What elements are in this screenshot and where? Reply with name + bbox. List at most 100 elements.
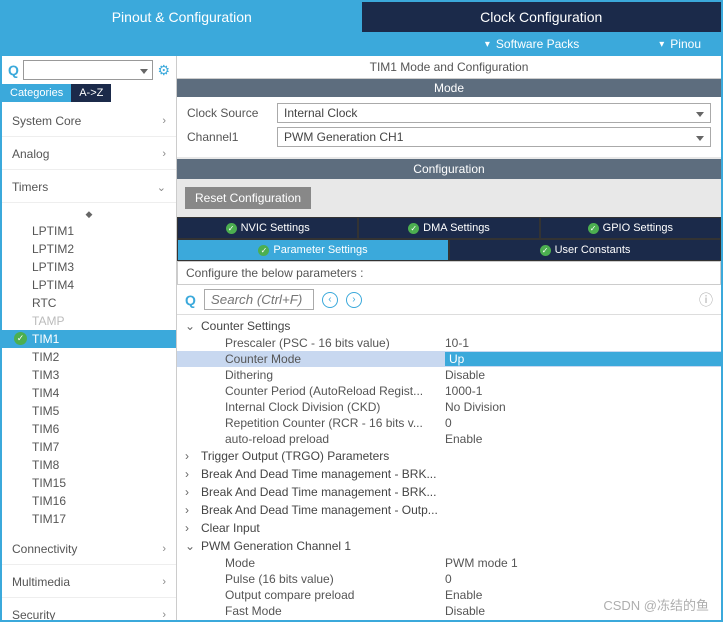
config-tabs-top: ✓NVIC Settings✓DMA Settings✓GPIO Setting… xyxy=(177,217,721,239)
param-group[interactable]: ›Clear Input xyxy=(177,519,721,537)
channel1-select[interactable]: PWM Generation CH1 xyxy=(277,127,711,147)
tab-categories[interactable]: Categories xyxy=(2,84,71,102)
watermark: CSDN @冻结的鱼 xyxy=(603,595,709,614)
config-tab-nvic-settings[interactable]: ✓NVIC Settings xyxy=(177,217,358,239)
param-row[interactable]: ModePWM mode 1 xyxy=(177,555,721,571)
chevron-down-icon: ▾ xyxy=(485,39,490,50)
check-icon: ✓ xyxy=(226,223,237,234)
chevron-icon: › xyxy=(162,148,166,160)
chevron-down-icon xyxy=(140,63,148,77)
tree-item-tim4[interactable]: TIM4 xyxy=(2,384,176,402)
configure-label: Configure the below parameters : xyxy=(177,261,721,285)
tree-item-rtc[interactable]: RTC xyxy=(2,294,176,312)
tree-item-tim15[interactable]: TIM15 xyxy=(2,474,176,492)
reset-configuration-button[interactable]: Reset Configuration xyxy=(185,187,311,209)
tree-item-tim5[interactable]: TIM5 xyxy=(2,402,176,420)
panel-title: TIM1 Mode and Configuration xyxy=(177,56,721,79)
tree-item-tamp[interactable]: TAMP xyxy=(2,312,176,330)
software-packs-menu[interactable]: ▾Software Packs xyxy=(485,32,579,56)
check-icon: ✓ xyxy=(588,223,599,234)
chevron-right-icon: › xyxy=(185,467,197,481)
tree-item-lptim1[interactable]: LPTIM1 xyxy=(2,222,176,240)
sub-toolbar: ▾Software Packs ▾Pinou xyxy=(2,32,721,56)
param-group[interactable]: ⌄Counter Settings xyxy=(177,317,721,335)
param-group[interactable]: ⌄PWM Generation Channel 1 xyxy=(177,537,721,555)
gear-icon[interactable]: ⚙ xyxy=(157,62,170,79)
chevron-icon: › xyxy=(162,115,166,127)
chevron-down-icon: ▾ xyxy=(659,39,664,50)
tree-item-lptim2[interactable]: LPTIM2 xyxy=(2,240,176,258)
param-group[interactable]: ›Break And Dead Time management - BRK... xyxy=(177,465,721,483)
tree-item-tim17[interactable]: TIM17 xyxy=(2,510,176,528)
clock-source-label: Clock Source xyxy=(187,106,277,120)
param-row[interactable]: Counter Period (AutoReload Regist...1000… xyxy=(177,383,721,399)
tree-item-tim1[interactable]: ✓TIM1 xyxy=(2,330,176,348)
tree-item-tim2[interactable]: TIM2 xyxy=(2,348,176,366)
check-icon: ✓ xyxy=(258,245,269,256)
chevron-right-icon: › xyxy=(185,485,197,499)
param-group[interactable]: ›Break And Dead Time management - BRK... xyxy=(177,483,721,501)
search-prev-icon[interactable]: ‹ xyxy=(322,292,338,308)
chevron-down-icon: ⌄ xyxy=(185,319,197,333)
config-tab-dma-settings[interactable]: ✓DMA Settings xyxy=(358,217,539,239)
search-icon[interactable]: Q xyxy=(8,62,19,78)
param-group[interactable]: ›Break And Dead Time management - Outp..… xyxy=(177,501,721,519)
search-icon[interactable]: Q xyxy=(185,292,196,308)
chevron-icon: › xyxy=(162,543,166,555)
info-icon[interactable]: ⓘ xyxy=(699,290,713,310)
tab-clock-config[interactable]: Clock Configuration xyxy=(362,2,722,32)
search-next-icon[interactable]: › xyxy=(346,292,362,308)
config-tab-user-constants[interactable]: ✓User Constants xyxy=(449,239,721,261)
check-icon: ✓ xyxy=(540,245,551,256)
param-group[interactable]: ›Trigger Output (TRGO) Parameters xyxy=(177,447,721,465)
param-row[interactable]: Prescaler (PSC - 16 bits value)10-1 xyxy=(177,335,721,351)
chevron-icon: ⌄ xyxy=(157,181,166,194)
tree-item-tim8[interactable]: TIM8 xyxy=(2,456,176,474)
clock-source-select[interactable]: Internal Clock xyxy=(277,103,711,123)
chevron-right-icon: › xyxy=(185,521,197,535)
tree-item-lptim3[interactable]: LPTIM3 xyxy=(2,258,176,276)
category-tree: System Core›Analog›Timers⌄◆LPTIM1LPTIM2L… xyxy=(2,102,176,620)
check-icon: ✓ xyxy=(14,332,27,345)
tree-item-tim16[interactable]: TIM16 xyxy=(2,492,176,510)
category-connectivity[interactable]: Connectivity› xyxy=(2,534,176,565)
tree-item-tim6[interactable]: TIM6 xyxy=(2,420,176,438)
tree-item-lptim4[interactable]: LPTIM4 xyxy=(2,276,176,294)
param-row[interactable]: Counter ModeUp xyxy=(177,351,721,367)
chevron-down-icon: ⌄ xyxy=(185,539,197,553)
mode-header: Mode xyxy=(177,79,721,97)
config-tab-gpio-settings[interactable]: ✓GPIO Settings xyxy=(540,217,721,239)
channel1-label: Channel1 xyxy=(187,130,277,144)
sidebar: Q ⚙ Categories A->Z System Core›Analog›T… xyxy=(2,56,177,620)
category-security[interactable]: Security› xyxy=(2,600,176,620)
param-row[interactable]: Internal Clock Division (CKD)No Division xyxy=(177,399,721,415)
param-row[interactable]: Pulse (16 bits value)0 xyxy=(177,571,721,587)
top-tabs: Pinout & Configuration Clock Configurati… xyxy=(2,2,721,32)
configuration-header: Configuration xyxy=(177,159,721,179)
category-system-core[interactable]: System Core› xyxy=(2,106,176,137)
sort-arrow-icon[interactable]: ◆ xyxy=(2,207,176,222)
category-timers[interactable]: Timers⌄ xyxy=(2,172,176,203)
param-row[interactable]: auto-reload preloadEnable xyxy=(177,431,721,447)
parameters-list: ⌄Counter SettingsPrescaler (PSC - 16 bit… xyxy=(177,315,721,620)
category-multimedia[interactable]: Multimedia› xyxy=(2,567,176,598)
content-panel: TIM1 Mode and Configuration Mode Clock S… xyxy=(177,56,721,620)
chevron-down-icon xyxy=(696,106,704,120)
tree-item-tim3[interactable]: TIM3 xyxy=(2,366,176,384)
chevron-down-icon xyxy=(696,130,704,144)
config-tab-parameter-settings[interactable]: ✓Parameter Settings xyxy=(177,239,449,261)
param-row[interactable]: DitheringDisable xyxy=(177,367,721,383)
chevron-right-icon: › xyxy=(185,449,197,463)
param-search-input[interactable] xyxy=(204,289,314,310)
check-icon: ✓ xyxy=(408,223,419,234)
chevron-right-icon: › xyxy=(185,503,197,517)
chevron-icon: › xyxy=(162,609,166,620)
category-analog[interactable]: Analog› xyxy=(2,139,176,170)
tab-pinout-config[interactable]: Pinout & Configuration xyxy=(2,2,362,32)
tree-item-tim7[interactable]: TIM7 xyxy=(2,438,176,456)
pinout-menu[interactable]: ▾Pinou xyxy=(659,32,701,56)
search-combo[interactable] xyxy=(23,60,154,80)
param-row[interactable]: Repetition Counter (RCR - 16 bits v...0 xyxy=(177,415,721,431)
tab-a-to-z[interactable]: A->Z xyxy=(71,84,111,102)
config-tabs-bottom: ✓Parameter Settings✓User Constants xyxy=(177,239,721,261)
